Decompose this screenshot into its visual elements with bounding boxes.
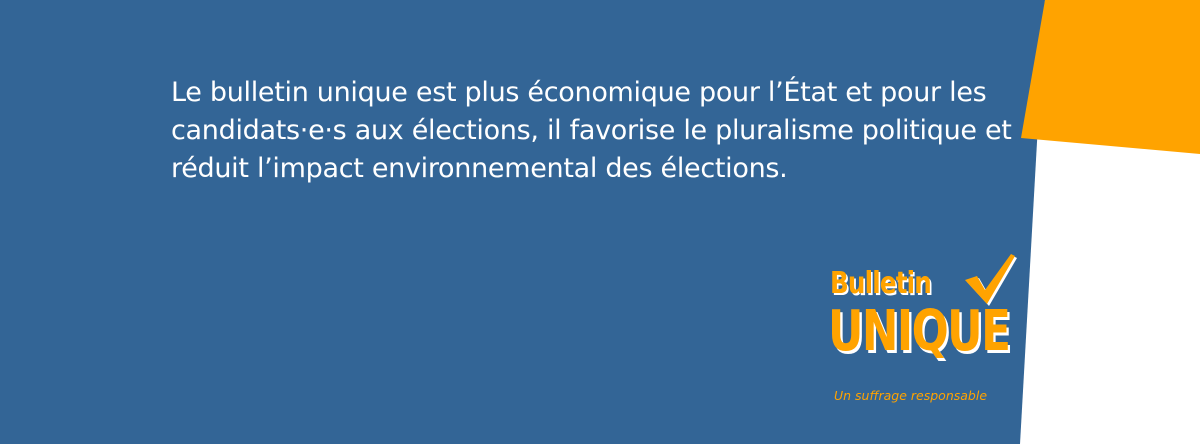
logo-tagline: Un suffrage responsable bbox=[834, 388, 988, 403]
logo-word-bulletin: Bulletin bbox=[830, 266, 932, 301]
banner: Le bulletin unique est plus économique p… bbox=[0, 0, 1200, 444]
orange-accent-shape bbox=[1021, 0, 1200, 154]
logo-word-unique: UNIQUE bbox=[828, 299, 1011, 364]
quote-text: Le bulletin unique est plus économique p… bbox=[171, 77, 1012, 184]
bulletin-unique-logo: Bulletin UNIQUE Un suffrage responsable bbox=[828, 250, 1028, 410]
checkmark-icon bbox=[965, 254, 1017, 306]
